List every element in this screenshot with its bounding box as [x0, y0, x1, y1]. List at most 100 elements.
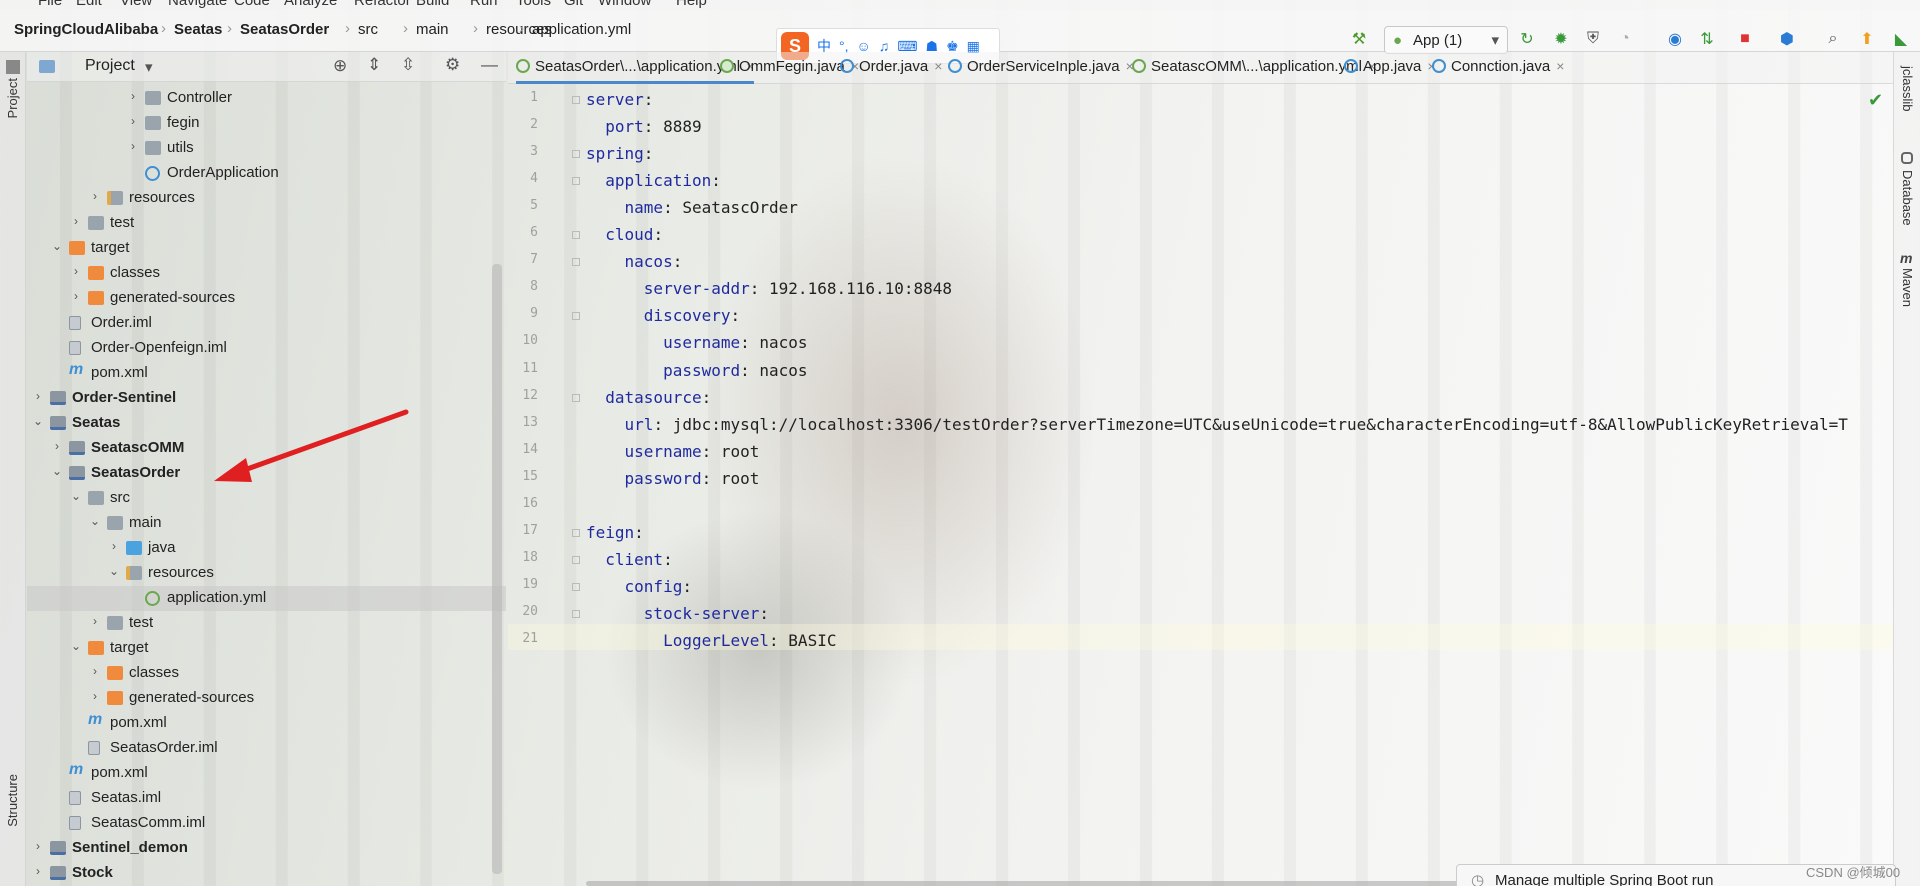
line-number: 3 [530, 144, 538, 160]
yaml-value: : [663, 549, 673, 569]
code-line[interactable]: server-addr: 192.168.116.10:8848 [586, 279, 952, 298]
line-number: 17 [522, 522, 538, 538]
jclasslib-tool-button[interactable]: jclasslib [1900, 66, 1915, 112]
code-editor[interactable]: server: port: 8889 spring: application: n… [586, 86, 1891, 886]
code-line[interactable]: password: nacos [586, 361, 808, 380]
editor-tab[interactable]: SeatascOMM\...\application.yml × [1132, 52, 1376, 84]
class-icon [1344, 59, 1358, 73]
yaml-value [586, 306, 644, 325]
code-line[interactable]: nacos: [586, 252, 683, 272]
code-line[interactable]: spring: [586, 144, 653, 163]
yaml-value: : [634, 522, 644, 542]
editor-tab-label: App.java [1363, 58, 1422, 75]
code-line[interactable]: LoggerLevel: BASIC [586, 631, 836, 650]
editor-tab-label: OrderServiceInple.java [967, 58, 1120, 75]
code-line[interactable]: port: 8889 [586, 117, 701, 136]
editor-tab[interactable]: Order.java × [840, 52, 942, 84]
code-line[interactable]: discovery: [586, 306, 740, 325]
yaml-key: cloud [605, 225, 654, 245]
code-line[interactable]: password: root [586, 469, 760, 488]
yaml-value: : [759, 603, 770, 623]
yaml-key: url [624, 414, 654, 434]
yaml-value: : jdbc:mysql://localhost:3306/testOrder?… [653, 414, 1848, 434]
fold-marker-icon[interactable] [572, 312, 580, 321]
yaml-key: config [624, 576, 683, 596]
yaml-value [586, 225, 605, 244]
code-line[interactable]: stock-server: [586, 604, 769, 623]
yaml-value: : [701, 387, 712, 407]
class-icon [948, 59, 962, 73]
line-number: 12 [522, 387, 538, 403]
fold-marker-icon[interactable] [572, 177, 580, 186]
code-line[interactable]: config: [586, 577, 692, 596]
yaml-value [586, 604, 644, 623]
code-line[interactable]: username: nacos [586, 333, 808, 352]
fold-marker-icon[interactable] [572, 150, 580, 159]
close-icon[interactable]: × [1556, 58, 1564, 74]
fold-marker-icon[interactable] [572, 96, 580, 104]
fold-marker-icon[interactable] [572, 393, 580, 402]
editor-tab[interactable]: Connction.java × [1432, 52, 1564, 84]
class-icon [840, 59, 854, 73]
line-number: 21 [522, 631, 538, 646]
yaml-key: LoggerLevel [663, 631, 770, 650]
code-line[interactable]: server: [586, 90, 653, 109]
line-number: 13 [522, 414, 538, 430]
code-line[interactable]: application: [586, 171, 721, 190]
editor-tab[interactable]: App.java × [1344, 52, 1436, 84]
line-number: 9 [530, 306, 538, 322]
line-number-gutter: 1 2 3 4 5 6 7 8 9 10 11 12 13 14 15 16 17 18 19 20 21 [508, 86, 580, 886]
fold-marker-icon[interactable] [572, 582, 580, 591]
yaml-key: name [624, 198, 664, 218]
editor-tab[interactable]: SeatasOrder\...\application.yml × [516, 52, 755, 84]
code-line[interactable]: url: jdbc:mysql://localhost:3306/testOrd… [586, 415, 1848, 434]
maven-tool-button[interactable]: Maven [1900, 268, 1915, 307]
editor-tab-label: Order.java [859, 58, 929, 75]
fold-marker-icon[interactable] [572, 258, 580, 267]
editor-tab-label: Connction.java [1451, 58, 1551, 75]
code-line[interactable]: client: [586, 549, 673, 569]
yaml-value [586, 442, 625, 461]
yaml-file-icon [1132, 59, 1146, 73]
yaml-value: : nacos [740, 333, 808, 353]
yaml-key: stock-server [643, 603, 760, 623]
code-line[interactable]: username: root [586, 442, 760, 461]
line-number: 20 [522, 603, 538, 619]
yaml-value: : 192.168.116.10:8848 [749, 279, 953, 299]
code-line[interactable]: cloud: [586, 225, 663, 244]
right-tool-strip: jclasslib Database m Maven [1893, 52, 1920, 886]
code-line[interactable]: name: SeatascOrder [586, 198, 798, 217]
yaml-key: nacos [624, 252, 673, 272]
yaml-value: : [643, 144, 654, 164]
yaml-value: : [643, 90, 654, 109]
yaml-file-icon [516, 59, 530, 73]
line-number: 5 [530, 198, 538, 214]
line-number: 16 [522, 495, 538, 511]
line-number: 4 [530, 171, 538, 187]
fold-marker-icon[interactable] [572, 231, 580, 240]
yaml-key: discovery [643, 306, 731, 326]
class-icon [1432, 59, 1446, 73]
editor-tab[interactable]: OmmFegin.java × [720, 52, 859, 84]
editor-tab-bar: SeatasOrder\...\application.yml × OmmFegin… [508, 52, 1893, 84]
database-icon [1901, 152, 1913, 164]
yaml-value: : [672, 252, 683, 272]
line-number: 14 [522, 441, 538, 457]
fold-marker-icon[interactable] [572, 555, 580, 564]
fold-marker-icon[interactable] [572, 528, 580, 537]
yaml-value [586, 252, 625, 271]
line-number: 19 [522, 576, 538, 592]
code-line[interactable]: feign: [586, 523, 644, 542]
yaml-key: application [605, 171, 712, 191]
line-number: 6 [530, 225, 538, 241]
yaml-value: : BASIC [769, 631, 837, 650]
fold-marker-icon[interactable] [572, 609, 580, 618]
line-number: 2 [530, 117, 538, 133]
yaml-value: : [682, 576, 692, 596]
database-tool-button[interactable]: Database [1900, 170, 1915, 226]
yaml-value [586, 198, 625, 217]
editor-tab[interactable]: OrderServiceInple.java × [948, 52, 1134, 84]
code-line[interactable]: datasource: [586, 388, 711, 407]
horizontal-scrollbar[interactable] [586, 881, 1486, 886]
close-icon[interactable]: × [934, 58, 942, 74]
